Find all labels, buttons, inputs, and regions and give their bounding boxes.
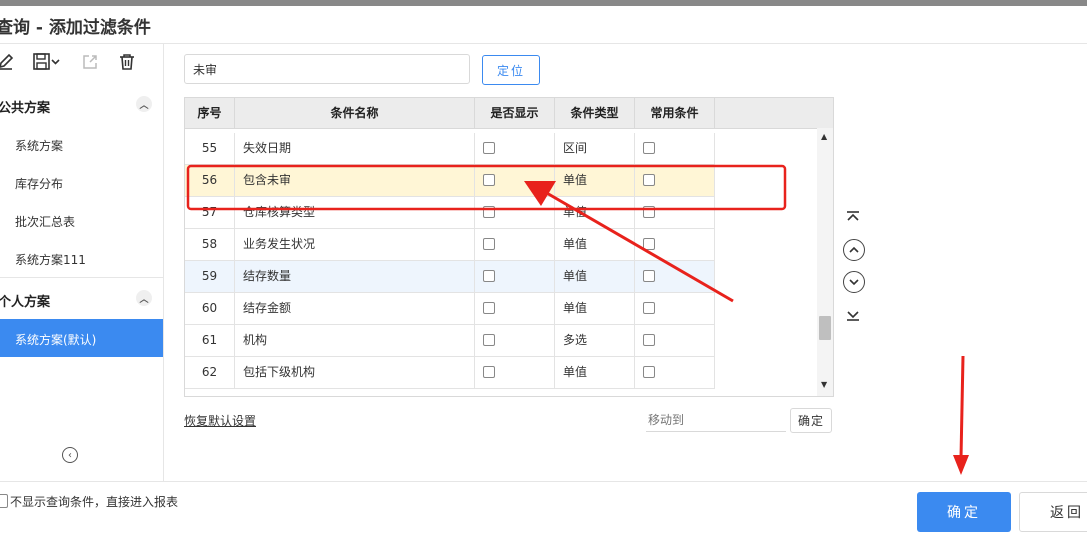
arrow-head-icon <box>524 181 556 206</box>
highlight-box-annotation <box>186 164 787 211</box>
arrow-head-icon <box>953 455 969 475</box>
annotation-overlay <box>186 164 969 475</box>
arrow-to-ok-annotation <box>959 355 965 459</box>
